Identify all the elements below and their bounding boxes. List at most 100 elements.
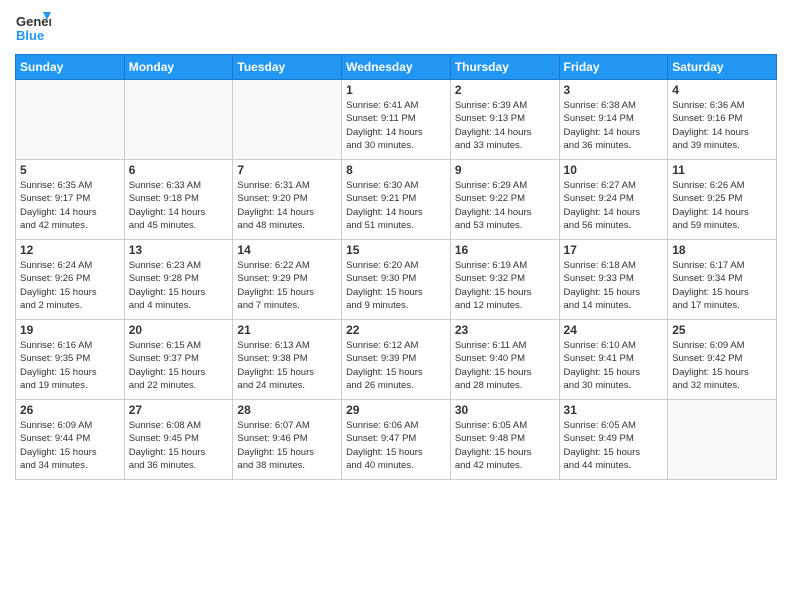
day-number: 22 [346, 323, 446, 337]
day-number: 20 [129, 323, 229, 337]
calendar-cell: 18Sunrise: 6:17 AM Sunset: 9:34 PM Dayli… [668, 240, 777, 320]
calendar-cell: 1 Sunrise: 6:41 AM Sunset: 9:11 PM Daylig… [342, 80, 451, 160]
calendar-cell [233, 80, 342, 160]
day-info: Sunrise: 6:11 AM Sunset: 9:40 PM Dayligh… [455, 339, 555, 392]
day-info: Sunrise: 6:18 AM Sunset: 9:33 PM Dayligh… [564, 259, 664, 312]
calendar-week-row: 26 Sunrise: 6:09 AM Sunset: 9:44 PM Dayli… [16, 400, 777, 480]
calendar-cell: 14Sunrise: 6:22 AM Sunset: 9:29 PM Dayli… [233, 240, 342, 320]
calendar-cell: 29 Sunrise: 6:06 AM Sunset: 9:47 PM Dayli… [342, 400, 451, 480]
calendar-day-header: Monday [124, 55, 233, 80]
logo: General Blue [15, 10, 51, 46]
calendar-cell: 2 Sunrise: 6:39 AM Sunset: 9:13 PM Daylig… [450, 80, 559, 160]
day-number: 16 [455, 243, 555, 257]
day-info: Sunrise: 6:09 AM Sunset: 9:44 PM Dayligh… [20, 419, 120, 472]
day-number: 6 [129, 163, 229, 177]
calendar: SundayMondayTuesdayWednesdayThursdayFrid… [15, 54, 777, 480]
day-number: 29 [346, 403, 446, 417]
day-number: 17 [564, 243, 664, 257]
day-info: Sunrise: 6:39 AM Sunset: 9:13 PM Dayligh… [455, 99, 555, 152]
header: General Blue [15, 10, 777, 46]
day-info: Sunrise: 6:24 AM Sunset: 9:26 PM Dayligh… [20, 259, 120, 312]
calendar-header-row: SundayMondayTuesdayWednesdayThursdayFrid… [16, 55, 777, 80]
day-info: Sunrise: 6:41 AM Sunset: 9:11 PM Dayligh… [346, 99, 446, 152]
calendar-cell: 31Sunrise: 6:05 AM Sunset: 9:49 PM Dayli… [559, 400, 668, 480]
page: General Blue SundayMondayTuesdayWednesda… [0, 0, 792, 612]
calendar-week-row: 12 Sunrise: 6:24 AM Sunset: 9:26 PM Dayli… [16, 240, 777, 320]
calendar-cell: 16 Sunrise: 6:19 AM Sunset: 9:32 PM Dayli… [450, 240, 559, 320]
day-number: 10 [564, 163, 664, 177]
calendar-cell: 7 Sunrise: 6:31 AM Sunset: 9:20 PM Daylig… [233, 160, 342, 240]
day-info: Sunrise: 6:16 AM Sunset: 9:35 PM Dayligh… [20, 339, 120, 392]
day-info: Sunrise: 6:23 AM Sunset: 9:28 PM Dayligh… [129, 259, 229, 312]
day-number: 8 [346, 163, 446, 177]
day-number: 4 [672, 83, 772, 97]
day-info: Sunrise: 6:19 AM Sunset: 9:32 PM Dayligh… [455, 259, 555, 312]
day-number: 5 [20, 163, 120, 177]
calendar-week-row: 19 Sunrise: 6:16 AM Sunset: 9:35 PM Dayli… [16, 320, 777, 400]
day-info: Sunrise: 6:15 AM Sunset: 9:37 PM Dayligh… [129, 339, 229, 392]
day-info: Sunrise: 6:36 AM Sunset: 9:16 PM Dayligh… [672, 99, 772, 152]
day-info: Sunrise: 6:29 AM Sunset: 9:22 PM Dayligh… [455, 179, 555, 232]
day-info: Sunrise: 6:35 AM Sunset: 9:17 PM Dayligh… [20, 179, 120, 232]
calendar-cell: 19 Sunrise: 6:16 AM Sunset: 9:35 PM Dayli… [16, 320, 125, 400]
day-info: Sunrise: 6:22 AM Sunset: 9:29 PM Dayligh… [237, 259, 337, 312]
day-number: 7 [237, 163, 337, 177]
calendar-cell: 25Sunrise: 6:09 AM Sunset: 9:42 PM Dayli… [668, 320, 777, 400]
day-info: Sunrise: 6:05 AM Sunset: 9:48 PM Dayligh… [455, 419, 555, 472]
day-number: 21 [237, 323, 337, 337]
day-info: Sunrise: 6:13 AM Sunset: 9:38 PM Dayligh… [237, 339, 337, 392]
calendar-day-header: Friday [559, 55, 668, 80]
day-number: 25 [672, 323, 772, 337]
calendar-day-header: Tuesday [233, 55, 342, 80]
calendar-cell: 8 Sunrise: 6:30 AM Sunset: 9:21 PM Daylig… [342, 160, 451, 240]
day-number: 24 [564, 323, 664, 337]
day-number: 30 [455, 403, 555, 417]
day-info: Sunrise: 6:27 AM Sunset: 9:24 PM Dayligh… [564, 179, 664, 232]
calendar-cell: 4 Sunrise: 6:36 AM Sunset: 9:16 PM Daylig… [668, 80, 777, 160]
calendar-cell [16, 80, 125, 160]
day-number: 3 [564, 83, 664, 97]
day-number: 9 [455, 163, 555, 177]
calendar-cell: 3 Sunrise: 6:38 AM Sunset: 9:14 PM Daylig… [559, 80, 668, 160]
calendar-week-row: 1 Sunrise: 6:41 AM Sunset: 9:11 PM Daylig… [16, 80, 777, 160]
day-info: Sunrise: 6:10 AM Sunset: 9:41 PM Dayligh… [564, 339, 664, 392]
day-number: 1 [346, 83, 446, 97]
day-info: Sunrise: 6:20 AM Sunset: 9:30 PM Dayligh… [346, 259, 446, 312]
day-info: Sunrise: 6:05 AM Sunset: 9:49 PM Dayligh… [564, 419, 664, 472]
calendar-cell: 5 Sunrise: 6:35 AM Sunset: 9:17 PM Daylig… [16, 160, 125, 240]
day-number: 15 [346, 243, 446, 257]
calendar-cell: 13 Sunrise: 6:23 AM Sunset: 9:28 PM Dayli… [124, 240, 233, 320]
day-info: Sunrise: 6:06 AM Sunset: 9:47 PM Dayligh… [346, 419, 446, 472]
day-number: 11 [672, 163, 772, 177]
day-number: 13 [129, 243, 229, 257]
day-info: Sunrise: 6:30 AM Sunset: 9:21 PM Dayligh… [346, 179, 446, 232]
day-number: 28 [237, 403, 337, 417]
day-number: 2 [455, 83, 555, 97]
calendar-cell: 20 Sunrise: 6:15 AM Sunset: 9:37 PM Dayli… [124, 320, 233, 400]
calendar-cell: 27 Sunrise: 6:08 AM Sunset: 9:45 PM Dayli… [124, 400, 233, 480]
calendar-cell: 10 Sunrise: 6:27 AM Sunset: 9:24 PM Dayli… [559, 160, 668, 240]
day-info: Sunrise: 6:07 AM Sunset: 9:46 PM Dayligh… [237, 419, 337, 472]
day-info: Sunrise: 6:12 AM Sunset: 9:39 PM Dayligh… [346, 339, 446, 392]
calendar-cell: 15 Sunrise: 6:20 AM Sunset: 9:30 PM Dayli… [342, 240, 451, 320]
day-number: 27 [129, 403, 229, 417]
day-info: Sunrise: 6:08 AM Sunset: 9:45 PM Dayligh… [129, 419, 229, 472]
calendar-cell: 30 Sunrise: 6:05 AM Sunset: 9:48 PM Dayli… [450, 400, 559, 480]
calendar-cell: 17 Sunrise: 6:18 AM Sunset: 9:33 PM Dayli… [559, 240, 668, 320]
calendar-day-header: Saturday [668, 55, 777, 80]
calendar-cell [124, 80, 233, 160]
day-info: Sunrise: 6:26 AM Sunset: 9:25 PM Dayligh… [672, 179, 772, 232]
day-number: 18 [672, 243, 772, 257]
svg-text:Blue: Blue [16, 28, 44, 43]
day-info: Sunrise: 6:38 AM Sunset: 9:14 PM Dayligh… [564, 99, 664, 152]
calendar-cell: 24 Sunrise: 6:10 AM Sunset: 9:41 PM Dayli… [559, 320, 668, 400]
calendar-day-header: Wednesday [342, 55, 451, 80]
calendar-day-header: Thursday [450, 55, 559, 80]
day-number: 12 [20, 243, 120, 257]
day-info: Sunrise: 6:31 AM Sunset: 9:20 PM Dayligh… [237, 179, 337, 232]
calendar-cell: 6Sunrise: 6:33 AM Sunset: 9:18 PM Daylig… [124, 160, 233, 240]
calendar-cell: 12 Sunrise: 6:24 AM Sunset: 9:26 PM Dayli… [16, 240, 125, 320]
day-number: 26 [20, 403, 120, 417]
day-number: 19 [20, 323, 120, 337]
calendar-cell: 21 Sunrise: 6:13 AM Sunset: 9:38 PM Dayli… [233, 320, 342, 400]
